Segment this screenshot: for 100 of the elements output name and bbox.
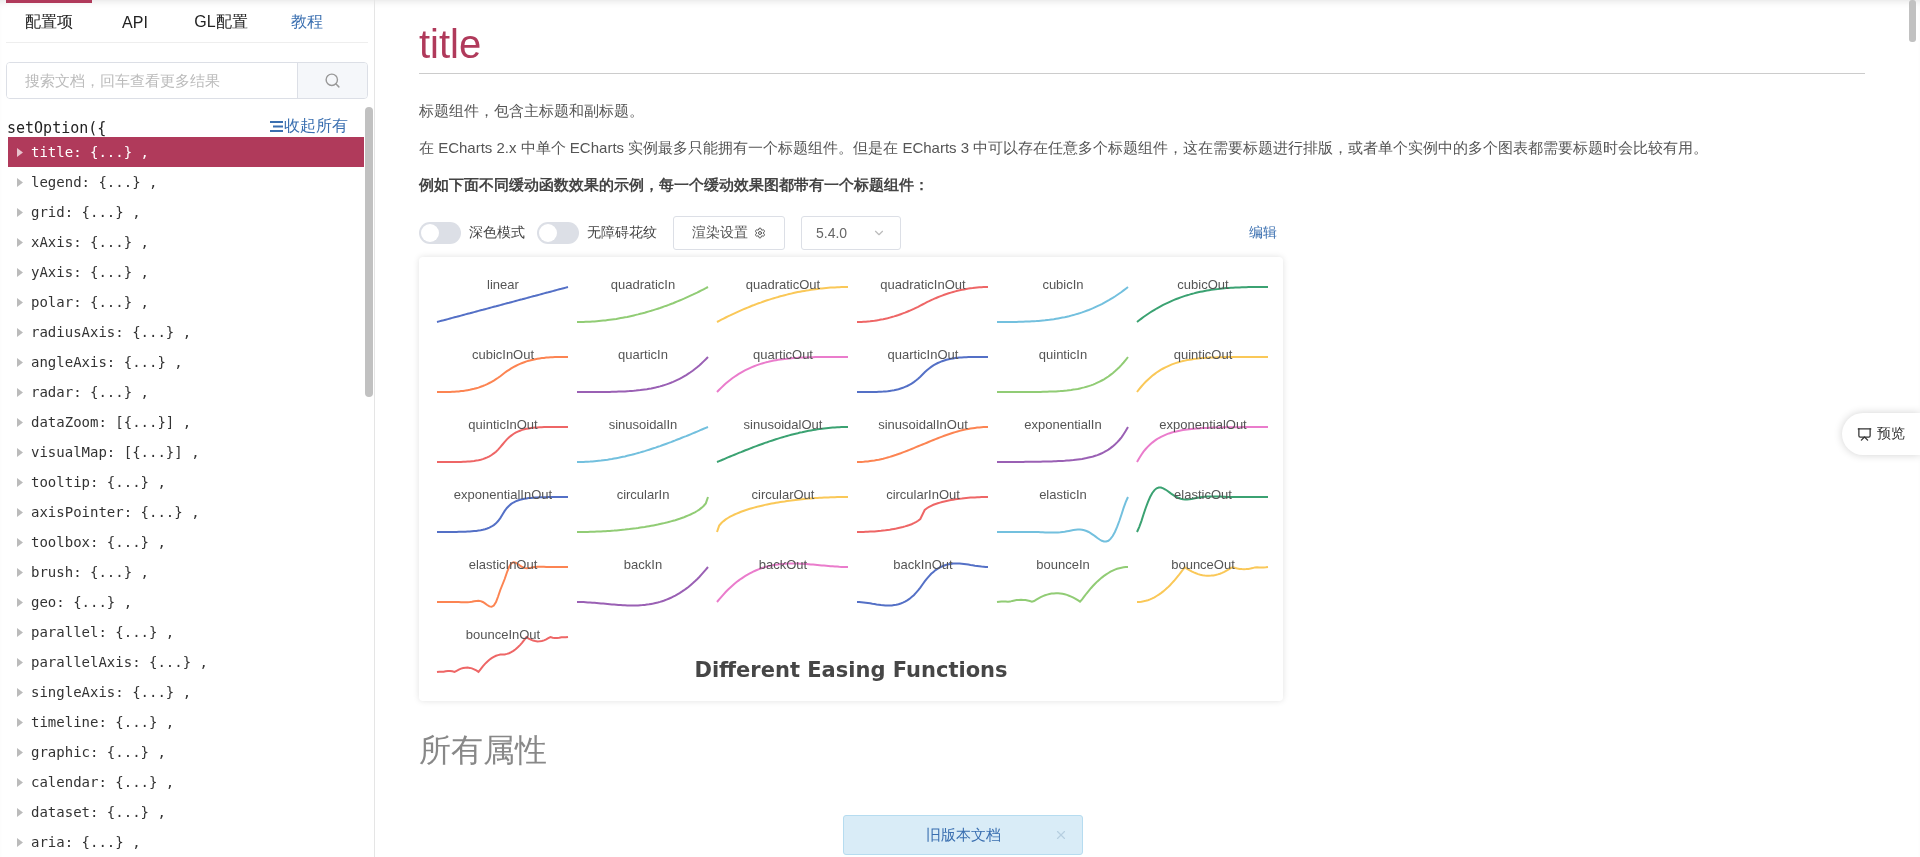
edit-link[interactable]: 编辑 [1249,224,1277,242]
curve-label: quinticInOut [468,417,538,432]
tree-item[interactable]: calendar: {...} , [8,767,364,797]
page-title: title [419,22,1865,74]
chart-title: Different Easing Functions [694,658,1008,682]
toggle-label: 深色模式 [469,224,525,242]
scrollbar-thumb[interactable] [365,107,373,397]
toggle-switch[interactable] [537,222,579,244]
curve-label: circularOut [751,487,815,502]
curve-label: quadraticIn [610,277,676,292]
expand-triangle-icon [17,507,23,517]
example-caption: 例如下面不同缓动函数效果的示例，每一个缓动效果图都带有一个标题组件： [419,176,930,195]
tree-item[interactable]: brush: {...} , [8,557,364,587]
notice-text[interactable]: 旧版本文档 [925,825,1001,845]
expand-triangle-icon [17,477,23,487]
expand-triangle-icon [17,297,23,307]
tree-item[interactable]: axisPointer: {...} , [8,497,364,527]
tree-item[interactable]: parallel: {...} , [8,617,364,647]
tree-header: setOption({ [7,119,107,137]
expand-triangle-icon [17,417,23,427]
curve-label: quadraticInOut [880,277,966,292]
expand-triangle-icon [17,357,23,367]
expand-triangle-icon [17,807,23,817]
tree-item[interactable]: dataset: {...} , [8,797,364,827]
curve-label: bounceIn [1036,557,1090,572]
curve-label: backIn [623,557,663,572]
tree-item[interactable]: polar: {...} , [8,287,364,317]
tree-item[interactable]: graphic: {...} , [8,737,364,767]
curve-label: sinusoidalInOut [878,417,968,432]
search-button[interactable] [297,63,367,98]
tree-item[interactable]: geo: {...} , [8,587,364,617]
tree-item[interactable]: radar: {...} , [8,377,364,407]
tree-item[interactable]: legend: {...} , [8,167,364,197]
curve-label: quarticOut [753,347,813,362]
search-icon [324,72,341,90]
expand-triangle-icon [17,537,23,547]
render-settings-button[interactable]: 渲染设置 [673,216,785,250]
nav-tab[interactable]: API [92,0,178,43]
expand-triangle-icon [17,777,23,787]
curve-label: sinusoidalIn [608,417,678,432]
curve-label: quarticIn [618,347,668,362]
curve-label: circularInOut [886,487,960,502]
curve-label: bounceOut [1171,557,1235,572]
curve-label: quadraticOut [745,277,821,292]
tree-item[interactable]: aria: {...} , [8,827,364,857]
tree-item[interactable]: dataZoom: [{...}] , [8,407,364,437]
preview-button[interactable]: 预览 [1842,413,1920,455]
preview-icon [1857,426,1872,442]
curve-label: exponentialIn [1024,417,1102,432]
tree-item[interactable]: visualMap: [{...}] , [8,437,364,467]
list-icon [270,121,283,132]
expand-triangle-icon [17,837,23,847]
nav-tab[interactable]: 配置项 [6,0,92,43]
expand-triangle-icon [17,447,23,457]
expand-triangle-icon [17,747,23,757]
scrollbar-thumb[interactable] [1909,0,1916,42]
expand-triangle-icon [17,597,23,607]
tree-item[interactable]: tooltip: {...} , [8,467,364,497]
tree-item[interactable]: singleAxis: {...} , [8,677,364,707]
settings-icon [754,227,766,239]
curve-label: bounceInOut [465,627,541,642]
collapse-all-link[interactable]: 收起所有 [270,116,348,137]
close-icon[interactable] [1054,828,1068,842]
search-field[interactable]: 搜索文档，回车查看更多结果 [6,62,368,99]
curve-label: cubicIn [1042,277,1084,292]
tree-item[interactable]: grid: {...} , [8,197,364,227]
curve-label: cubicOut [1177,277,1229,292]
expand-triangle-icon [17,657,23,667]
curve-label: backInOut [893,557,953,572]
expand-triangle-icon [17,567,23,577]
expand-triangle-icon [17,387,23,397]
curve-label: cubicInOut [471,347,535,362]
expand-triangle-icon [17,267,23,277]
tree-item[interactable]: parallelAxis: {...} , [8,647,364,677]
expand-triangle-icon [17,147,23,157]
toggle-label: 无障碍花纹 [587,224,657,242]
paragraph: 在 ECharts 2.x 中单个 ECharts 实例最多只能拥有一个标题组件。但是在 ECharts 3 中可以存在任意多个标题组件，这在需要标题进行排版，或者单个实例中的多个图表都需要标题时会比较有用。 [419,138,1710,158]
tree-item[interactable]: yAxis: {...} , [8,257,364,287]
version-select[interactable]: 5.4.0 [801,216,901,250]
paragraph: 标题组件，包含主标题和副标题。 [419,101,645,121]
expand-triangle-icon [17,327,23,337]
curve-label: circularIn [616,487,670,502]
tree-item[interactable]: angleAxis: {...} , [8,347,364,377]
tree-item[interactable]: xAxis: {...} , [8,227,364,257]
tree-item[interactable]: toolbox: {...} , [8,527,364,557]
tree-item[interactable]: timeline: {...} , [8,707,364,737]
curve-label: sinusoidalOut [743,417,823,432]
curve-label: linear [487,277,519,292]
tree-item[interactable]: title: {...} , [8,137,364,167]
nav-tab[interactable]: GL配置 [178,0,264,43]
section-heading: 所有属性 [419,731,548,770]
tutorial-link[interactable]: 教程 [264,0,350,43]
tree-item[interactable]: radiusAxis: {...} , [8,317,364,347]
curve-label: quinticIn [1038,347,1088,362]
expand-triangle-icon [17,717,23,727]
expand-triangle-icon [17,207,23,217]
expand-triangle-icon [17,177,23,187]
expand-triangle-icon [17,687,23,697]
expand-triangle-icon [17,237,23,247]
toggle-switch[interactable] [419,222,461,244]
